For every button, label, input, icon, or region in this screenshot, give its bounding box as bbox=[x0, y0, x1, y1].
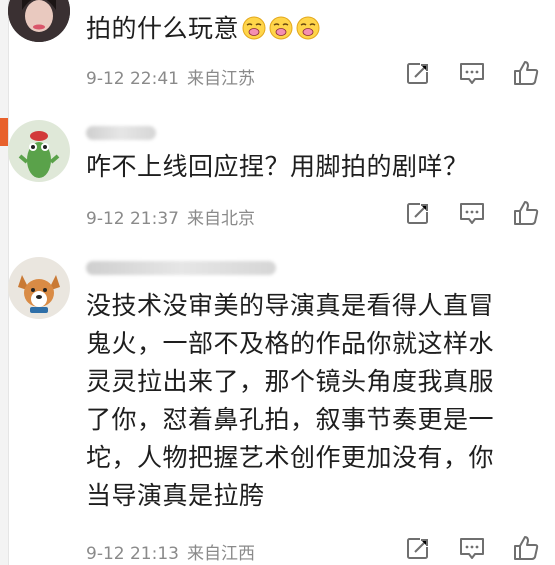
comment-icon[interactable] bbox=[457, 198, 487, 228]
comment-location: 来自北京 bbox=[186, 209, 255, 229]
comment-actions bbox=[383, 198, 543, 228]
comment-location: 来自江西 bbox=[186, 544, 255, 564]
share-icon[interactable] bbox=[403, 58, 433, 88]
comment-icon[interactable] bbox=[457, 58, 487, 88]
username-redacted bbox=[86, 261, 276, 275]
avatar[interactable] bbox=[8, 257, 70, 319]
yawning-face-emoji-icon bbox=[242, 16, 266, 40]
comment-item: 没技术没审美的导演真是看得人直冒 鬼火，一部不及格的作品你就这样水 灵灵拉出来了… bbox=[0, 245, 555, 565]
comment-time: 9-12 22:41 bbox=[86, 69, 179, 89]
comment-actions bbox=[383, 533, 543, 563]
comment-item: 咋不上线回应捏？用脚拍的剧咩？ 9-12 21:37 来自北京 bbox=[0, 110, 555, 240]
comment-meta: 9-12 22:41 来自江苏 bbox=[86, 64, 255, 89]
avatar[interactable] bbox=[8, 0, 70, 42]
username-redacted bbox=[86, 126, 156, 140]
share-icon[interactable] bbox=[403, 533, 433, 563]
share-icon[interactable] bbox=[403, 198, 433, 228]
comment-text: 咋不上线回应捏？用脚拍的剧咩？ bbox=[86, 152, 469, 181]
comment-actions bbox=[383, 58, 543, 88]
comment-icon[interactable] bbox=[457, 533, 487, 563]
comment-location: 来自江苏 bbox=[186, 69, 255, 89]
comment-item: 拍的什么玩意 9-12 22:41 来自江苏 bbox=[0, 0, 555, 100]
like-icon[interactable] bbox=[511, 58, 541, 88]
avatar[interactable] bbox=[8, 120, 70, 182]
like-icon[interactable] bbox=[511, 533, 541, 563]
yawning-face-emoji-icon bbox=[296, 16, 320, 40]
yawning-face-emoji-icon bbox=[269, 16, 293, 40]
like-icon[interactable] bbox=[511, 198, 541, 228]
comment-meta: 9-12 21:37 来自北京 bbox=[86, 204, 255, 229]
comment-meta: 9-12 21:13 来自江西 bbox=[86, 539, 255, 564]
comment-text: 拍的什么玩意 bbox=[86, 10, 541, 48]
comment-time: 9-12 21:37 bbox=[86, 209, 179, 229]
comment-text: 没技术没审美的导演真是看得人直冒 鬼火，一部不及格的作品你就这样水 灵灵拉出来了… bbox=[86, 291, 495, 510]
comment-time: 9-12 21:13 bbox=[86, 544, 179, 564]
